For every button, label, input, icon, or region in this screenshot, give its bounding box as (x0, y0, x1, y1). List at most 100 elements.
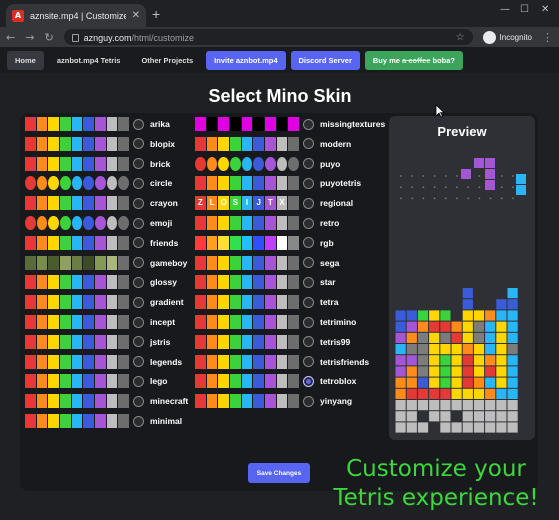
skin-option-tetra[interactable]: tetra (195, 294, 338, 310)
skin-option-emoji[interactable]: emoji (25, 215, 172, 231)
skin-option-blopix[interactable]: blopix (25, 136, 175, 152)
board-mino (473, 366, 485, 377)
skin-radio[interactable] (133, 276, 144, 288)
skin-option-puyotetris[interactable]: puyotetris (195, 175, 361, 191)
skin-radio[interactable] (303, 237, 314, 249)
skin-option-circle[interactable]: circle (25, 175, 172, 191)
skin-radio[interactable] (303, 336, 314, 348)
skin-radio[interactable] (133, 197, 144, 209)
skin-option-brick[interactable]: brick (25, 156, 170, 172)
skin-radio[interactable] (133, 356, 144, 368)
skin-radio[interactable] (303, 316, 314, 328)
skin-radio[interactable] (133, 395, 144, 407)
skin-option-friends[interactable]: friends (25, 235, 178, 251)
grid-dot (433, 197, 436, 200)
skin-option-yinyang[interactable]: yinyang (195, 393, 352, 409)
skin-option-tetrisfriends[interactable]: tetrisfriends (195, 354, 369, 370)
forward-icon[interactable]: → (25, 31, 34, 44)
skin-option-glossy[interactable]: glossy (25, 274, 177, 290)
close-icon[interactable]: ✕ (132, 10, 140, 21)
board-mino (429, 344, 440, 355)
browser-tab[interactable]: A aznsite.mp4 | Customize ✕ (6, 4, 146, 27)
skin-radio[interactable] (133, 375, 144, 387)
skin-label: lego (150, 376, 168, 387)
skin-option-tetroblox[interactable]: tetroblox (195, 373, 356, 389)
incognito-badge[interactable]: Incognito (482, 30, 532, 44)
bookmark-star-icon[interactable]: ☆ (456, 32, 465, 43)
skin-option-jstris[interactable]: jstris (25, 334, 170, 350)
nav-item[interactable]: Discord Server (290, 50, 360, 70)
grid-dot (411, 197, 414, 200)
skin-option-gameboy[interactable]: gameboy (25, 255, 187, 271)
skin-option-incept[interactable]: incept (25, 314, 175, 330)
skin-radio[interactable] (133, 138, 144, 150)
preview-panel: Preview (389, 116, 535, 440)
skin-radio[interactable] (303, 118, 314, 130)
skin-option-puyo[interactable]: puyo (195, 156, 340, 172)
skin-option-modern[interactable]: modern (195, 136, 351, 152)
back-icon[interactable]: ← (6, 31, 15, 44)
skin-swatch (195, 275, 300, 290)
skin-radio[interactable] (303, 395, 314, 407)
skin-option-lego[interactable]: lego (25, 373, 167, 389)
skin-radio[interactable] (303, 138, 314, 150)
skin-radio[interactable] (133, 177, 144, 189)
skin-radio[interactable] (303, 257, 314, 269)
skin-radio[interactable] (133, 415, 144, 427)
skin-radio[interactable] (303, 197, 314, 209)
skin-option-star[interactable]: star (195, 274, 336, 290)
skin-option-crayon[interactable]: crayon (25, 195, 178, 211)
falling-piece-block (485, 180, 495, 190)
board-mino (440, 310, 451, 321)
grid-dot (456, 186, 458, 189)
skin-option-legends[interactable]: legends (25, 354, 182, 370)
save-changes-button[interactable]: Save Changes (248, 463, 310, 483)
skin-option-sega[interactable]: sega (195, 255, 339, 271)
skin-radio[interactable] (303, 296, 314, 308)
grid-dot (400, 197, 402, 200)
new-tab-icon[interactable]: + (152, 6, 160, 22)
skin-option-tetrimino[interactable]: tetrimino (195, 314, 356, 330)
skin-radio[interactable] (303, 356, 314, 368)
minimize-icon[interactable]: — (500, 4, 510, 15)
board-mino (406, 388, 417, 399)
nav-item[interactable]: Home (7, 50, 44, 70)
skin-option-regional[interactable]: Z L O S I J T X regional (195, 195, 353, 211)
skin-radio[interactable] (303, 217, 314, 229)
skin-option-gradient[interactable]: gradient (25, 294, 184, 310)
reload-icon[interactable]: ↻ (44, 31, 53, 44)
skin-radio[interactable] (133, 316, 144, 328)
skin-radio[interactable] (303, 177, 314, 189)
skin-swatch (25, 235, 130, 250)
skin-radio[interactable] (303, 375, 314, 387)
board-mino (406, 411, 417, 422)
maximize-icon[interactable]: ☐ (520, 4, 529, 15)
skin-radio[interactable] (133, 237, 144, 249)
skin-option-minecraft[interactable]: minecraft (25, 393, 188, 409)
skin-radio[interactable] (303, 158, 314, 170)
window-close-icon[interactable]: ✕ (541, 4, 549, 15)
skin-option-retro[interactable]: retro (195, 215, 339, 231)
board-mino (451, 332, 462, 343)
skin-radio[interactable] (133, 257, 144, 269)
grid-dot (422, 175, 425, 177)
skin-radio[interactable] (133, 217, 144, 229)
skin-option-rgb[interactable]: rgb (195, 235, 334, 251)
skin-option-tetris99[interactable]: tetris99 (195, 334, 350, 350)
nav-item[interactable]: Invite aznbot.mp4 (206, 50, 286, 70)
nav-item[interactable]: Other Projects (133, 51, 201, 70)
skin-radio[interactable] (133, 158, 144, 170)
skin-radio[interactable] (133, 296, 144, 308)
menu-icon[interactable]: ⋮ (542, 31, 553, 44)
skin-option-minimal[interactable]: minimal (25, 413, 182, 429)
skin-radio[interactable] (303, 276, 314, 288)
skin-radio[interactable] (133, 336, 144, 348)
skin-option-missingtextures[interactable]: missingtextures (195, 116, 385, 132)
board-mino (440, 388, 451, 399)
nav-item[interactable]: aznbot.mp4 Tetris (49, 51, 129, 70)
skin-radio[interactable] (133, 118, 144, 130)
skin-option-arika[interactable]: arika (25, 116, 170, 132)
nav-buy-boba[interactable]: Buy me a coffee boba? (364, 50, 464, 70)
address-bar[interactable]: aznguy.com/html/customize ☆ (63, 29, 473, 45)
board-mino (485, 366, 496, 377)
